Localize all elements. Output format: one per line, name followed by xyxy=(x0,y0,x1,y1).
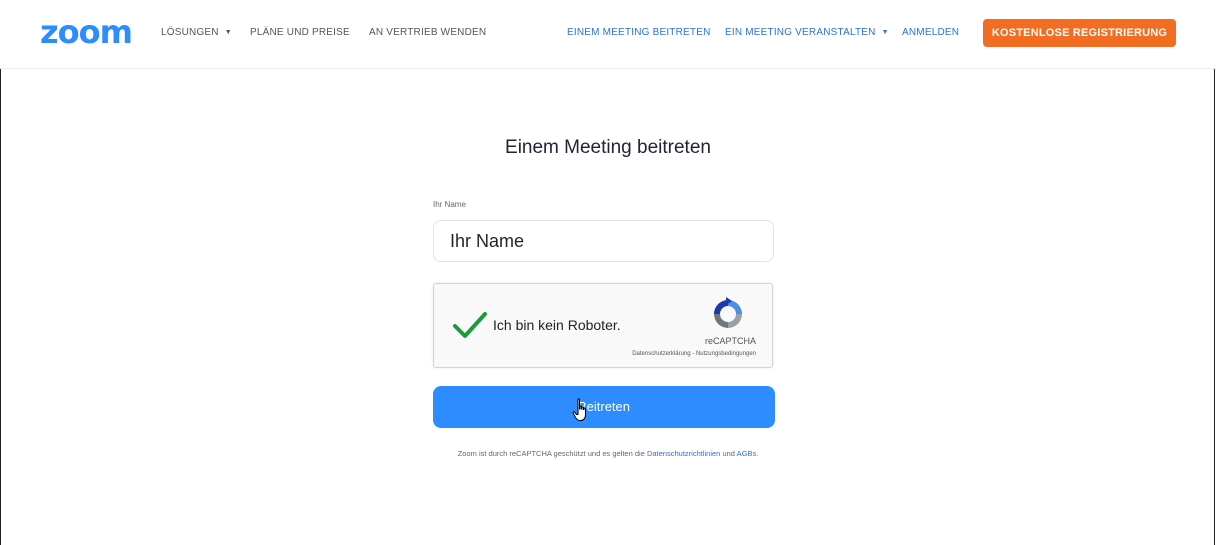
footer-suffix: . xyxy=(756,449,759,458)
recaptcha-brand: reCAPTCHA xyxy=(704,336,756,346)
footer-terms-link[interactable]: AGBs xyxy=(737,449,757,458)
footer-prefix: Zoom ist durch reCAPTCHA geschützt und e… xyxy=(457,449,645,458)
caret-down-icon: ▼ xyxy=(224,28,232,36)
nav-host-meeting-label: EIN MEETING VERANSTALTEN xyxy=(725,27,876,38)
name-input[interactable] xyxy=(433,220,774,262)
recaptcha-links: Datenschutzerklärung - Nutzungsbedingung… xyxy=(632,351,756,357)
nav-solutions[interactable]: LÖSUNGEN ▼ xyxy=(161,27,232,38)
checkmark-icon[interactable] xyxy=(452,310,488,340)
nav-contact-sales[interactable]: AN VERTRIEB WENDEN xyxy=(369,27,486,38)
recaptcha-separator: - xyxy=(692,351,695,357)
recaptcha-widget: Ich bin kein Roboter. reCAPTCHA Datensch… xyxy=(433,283,773,368)
nav-plans-pricing[interactable]: PLÄNE UND PREISE xyxy=(250,27,350,38)
browser-frame xyxy=(0,0,1215,545)
footer-conjunction: und xyxy=(722,449,735,458)
footer-note: Zoom ist durch reCAPTCHA geschützt und e… xyxy=(0,449,1216,458)
recaptcha-terms-link[interactable]: Nutzungsbedingungen xyxy=(696,351,756,357)
caret-down-icon: ▼ xyxy=(881,28,889,36)
name-field-label: Ihr Name xyxy=(433,200,466,209)
footer-privacy-link[interactable]: Datenschutzrichtlinien xyxy=(647,449,720,458)
nav-solutions-label: LÖSUNGEN xyxy=(161,27,219,38)
nav-host-meeting[interactable]: EIN MEETING VERANSTALTEN ▼ xyxy=(725,27,889,38)
top-navigation-bar: zoom LÖSUNGEN ▼ PLÄNE UND PREISE AN VERTR… xyxy=(0,0,1216,69)
nav-join-meeting[interactable]: EINEM MEETING BEITRETEN xyxy=(567,27,711,38)
hand-cursor-icon xyxy=(572,398,586,421)
recaptcha-privacy-link[interactable]: Datenschutzerklärung xyxy=(632,351,690,357)
join-button[interactable]: Beitreten xyxy=(433,386,775,428)
recaptcha-logo-icon xyxy=(714,297,742,328)
recaptcha-label: Ich bin kein Roboter. xyxy=(493,317,621,333)
nav-sign-in[interactable]: ANMELDEN xyxy=(902,27,959,38)
page-title: Einem Meeting beitreten xyxy=(505,137,711,158)
zoom-logo[interactable]: zoom xyxy=(40,14,133,50)
free-signup-button[interactable]: KOSTENLOSE REGISTRIERUNG xyxy=(983,19,1176,47)
